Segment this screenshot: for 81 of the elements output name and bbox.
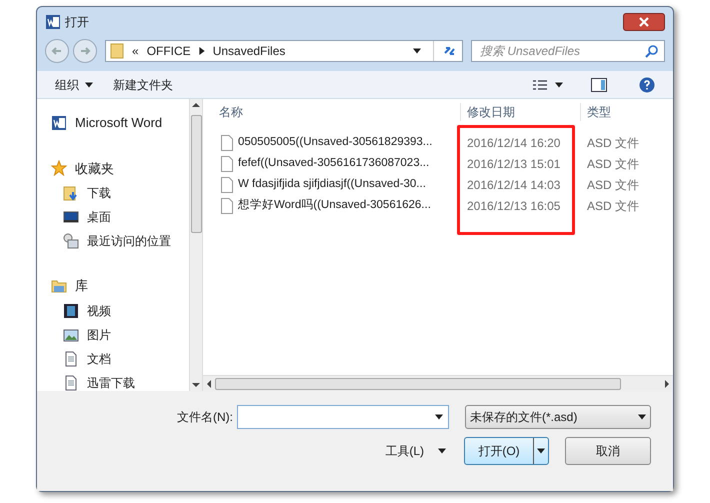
sidebar-item[interactable]: 文档 bbox=[51, 350, 189, 368]
preview-pane-icon[interactable] bbox=[591, 78, 607, 92]
close-button[interactable] bbox=[623, 13, 665, 31]
modified-date: 2016/12/13 15:01 bbox=[466, 156, 562, 173]
sidebar-item[interactable]: 图片 bbox=[51, 326, 189, 344]
file-name: 050505005((Unsaved-30561829393... bbox=[238, 135, 432, 150]
close-icon bbox=[639, 17, 649, 27]
file-type: ASD 文件 bbox=[586, 177, 640, 194]
caret-icon bbox=[555, 82, 563, 88]
image-icon bbox=[63, 326, 79, 342]
horizontal-scrollbar[interactable] bbox=[203, 375, 673, 391]
recent-places-icon bbox=[63, 233, 79, 249]
file-icon bbox=[221, 198, 233, 214]
library-folder-icon bbox=[51, 278, 67, 294]
arrow-left-icon bbox=[51, 45, 63, 57]
file-icon bbox=[221, 135, 233, 151]
open-button[interactable]: 打开(O) bbox=[464, 437, 549, 465]
scroll-down-icon bbox=[192, 383, 200, 387]
modified-date: 2016/12/14 16:20 bbox=[466, 135, 562, 152]
film-icon bbox=[63, 302, 79, 318]
column-header[interactable]: 修改日期 bbox=[461, 103, 581, 121]
document-icon bbox=[63, 350, 79, 366]
scroll-right-icon bbox=[665, 380, 669, 388]
dropdown-caret-icon bbox=[435, 414, 443, 420]
caret-icon bbox=[438, 448, 446, 454]
sidebar-item[interactable]: Microsoft Word bbox=[51, 113, 189, 132]
column-header[interactable]: 名称 bbox=[203, 103, 461, 121]
modified-date: 2016/12/14 14:03 bbox=[466, 177, 562, 194]
sidebar-item[interactable]: 桌面 bbox=[51, 208, 189, 226]
file-row[interactable]: 050505005((Unsaved-30561829393... 2016/12/14 16:20 ASD 文件 bbox=[203, 135, 673, 151]
breadcrumb-item[interactable]: « bbox=[132, 42, 139, 60]
file-type: ASD 文件 bbox=[586, 156, 640, 173]
file-name: W fdasjifjida sjifjdiasjf((Unsaved-30... bbox=[238, 177, 426, 192]
scroll-up-icon bbox=[192, 103, 200, 107]
caret-icon bbox=[537, 448, 545, 454]
folder-icon bbox=[110, 43, 124, 59]
filename-label: 文件名(N): bbox=[177, 409, 233, 426]
view-options-button[interactable] bbox=[533, 78, 563, 90]
dropdown-caret-icon bbox=[413, 48, 421, 54]
modified-date: 2016/12/13 16:05 bbox=[466, 198, 562, 215]
file-icon bbox=[221, 177, 233, 193]
file-row[interactable]: W fdasjifjida sjifjdiasjf((Unsaved-30... 2016/12/14 14:03 ASD 文件 bbox=[203, 177, 673, 193]
sidebar-item[interactable]: 视频 bbox=[51, 302, 189, 320]
caret-icon bbox=[85, 82, 93, 88]
sidebar-item[interactable]: 下载 bbox=[51, 184, 189, 202]
folder-download-icon bbox=[63, 185, 79, 201]
file-type: ASD 文件 bbox=[586, 198, 640, 215]
sidebar-item[interactable]: 最近访问的位置 bbox=[51, 232, 189, 250]
list-view-icon bbox=[533, 78, 547, 90]
desktop-icon bbox=[63, 209, 79, 225]
file-row[interactable]: fefef((Unsaved-3056161736087023... 2016/12/13 15:01 ASD 文件 bbox=[203, 156, 673, 172]
filename-field[interactable] bbox=[237, 405, 449, 429]
sidebar-item[interactable]: 库 bbox=[51, 276, 189, 296]
chevron-right-icon bbox=[198, 47, 205, 55]
star-icon bbox=[51, 160, 67, 176]
search-icon bbox=[645, 44, 659, 58]
file-row[interactable]: 想学好Word吗((Unsaved-30561626... 2016/12/13 16:05 ASD 文件 bbox=[203, 198, 673, 214]
word-icon bbox=[51, 114, 67, 131]
breadcrumb-item[interactable]: UnsavedFiles bbox=[212, 42, 286, 60]
file-type-dropdown[interactable]: 未保存的文件(*.asd) bbox=[465, 405, 651, 429]
column-header[interactable]: 类型 bbox=[581, 103, 673, 121]
arrow-right-icon bbox=[79, 45, 91, 57]
cancel-button[interactable]: 取消 bbox=[565, 437, 651, 465]
tools-menu[interactable]: 工具(L) bbox=[385, 442, 446, 460]
vertical-scrollbar[interactable] bbox=[189, 99, 203, 391]
caret-icon bbox=[638, 414, 646, 420]
file-name: fefef((Unsaved-3056161736087023... bbox=[238, 156, 430, 172]
file-icon bbox=[221, 156, 233, 172]
scroll-left-icon bbox=[207, 380, 211, 388]
new-folder-button[interactable]: 新建文件夹 bbox=[113, 76, 173, 94]
address-bar[interactable]: « OFFICE UnsavedFiles bbox=[105, 40, 463, 62]
help-icon[interactable] bbox=[639, 76, 655, 92]
breadcrumb-item[interactable]: OFFICE bbox=[146, 42, 191, 60]
organize-menu[interactable]: 组织 bbox=[55, 76, 93, 94]
file-name: 想学好Word吗((Unsaved-30561626... bbox=[238, 198, 431, 214]
sidebar-item[interactable]: 迅雷下载 bbox=[51, 374, 189, 391]
file-type: ASD 文件 bbox=[586, 135, 640, 152]
search-field[interactable]: 搜索 UnsavedFiles bbox=[471, 40, 665, 62]
word-icon bbox=[45, 14, 61, 30]
sidebar-item[interactable]: 收藏夹 bbox=[51, 158, 189, 178]
window-title: 打开 bbox=[65, 14, 89, 31]
